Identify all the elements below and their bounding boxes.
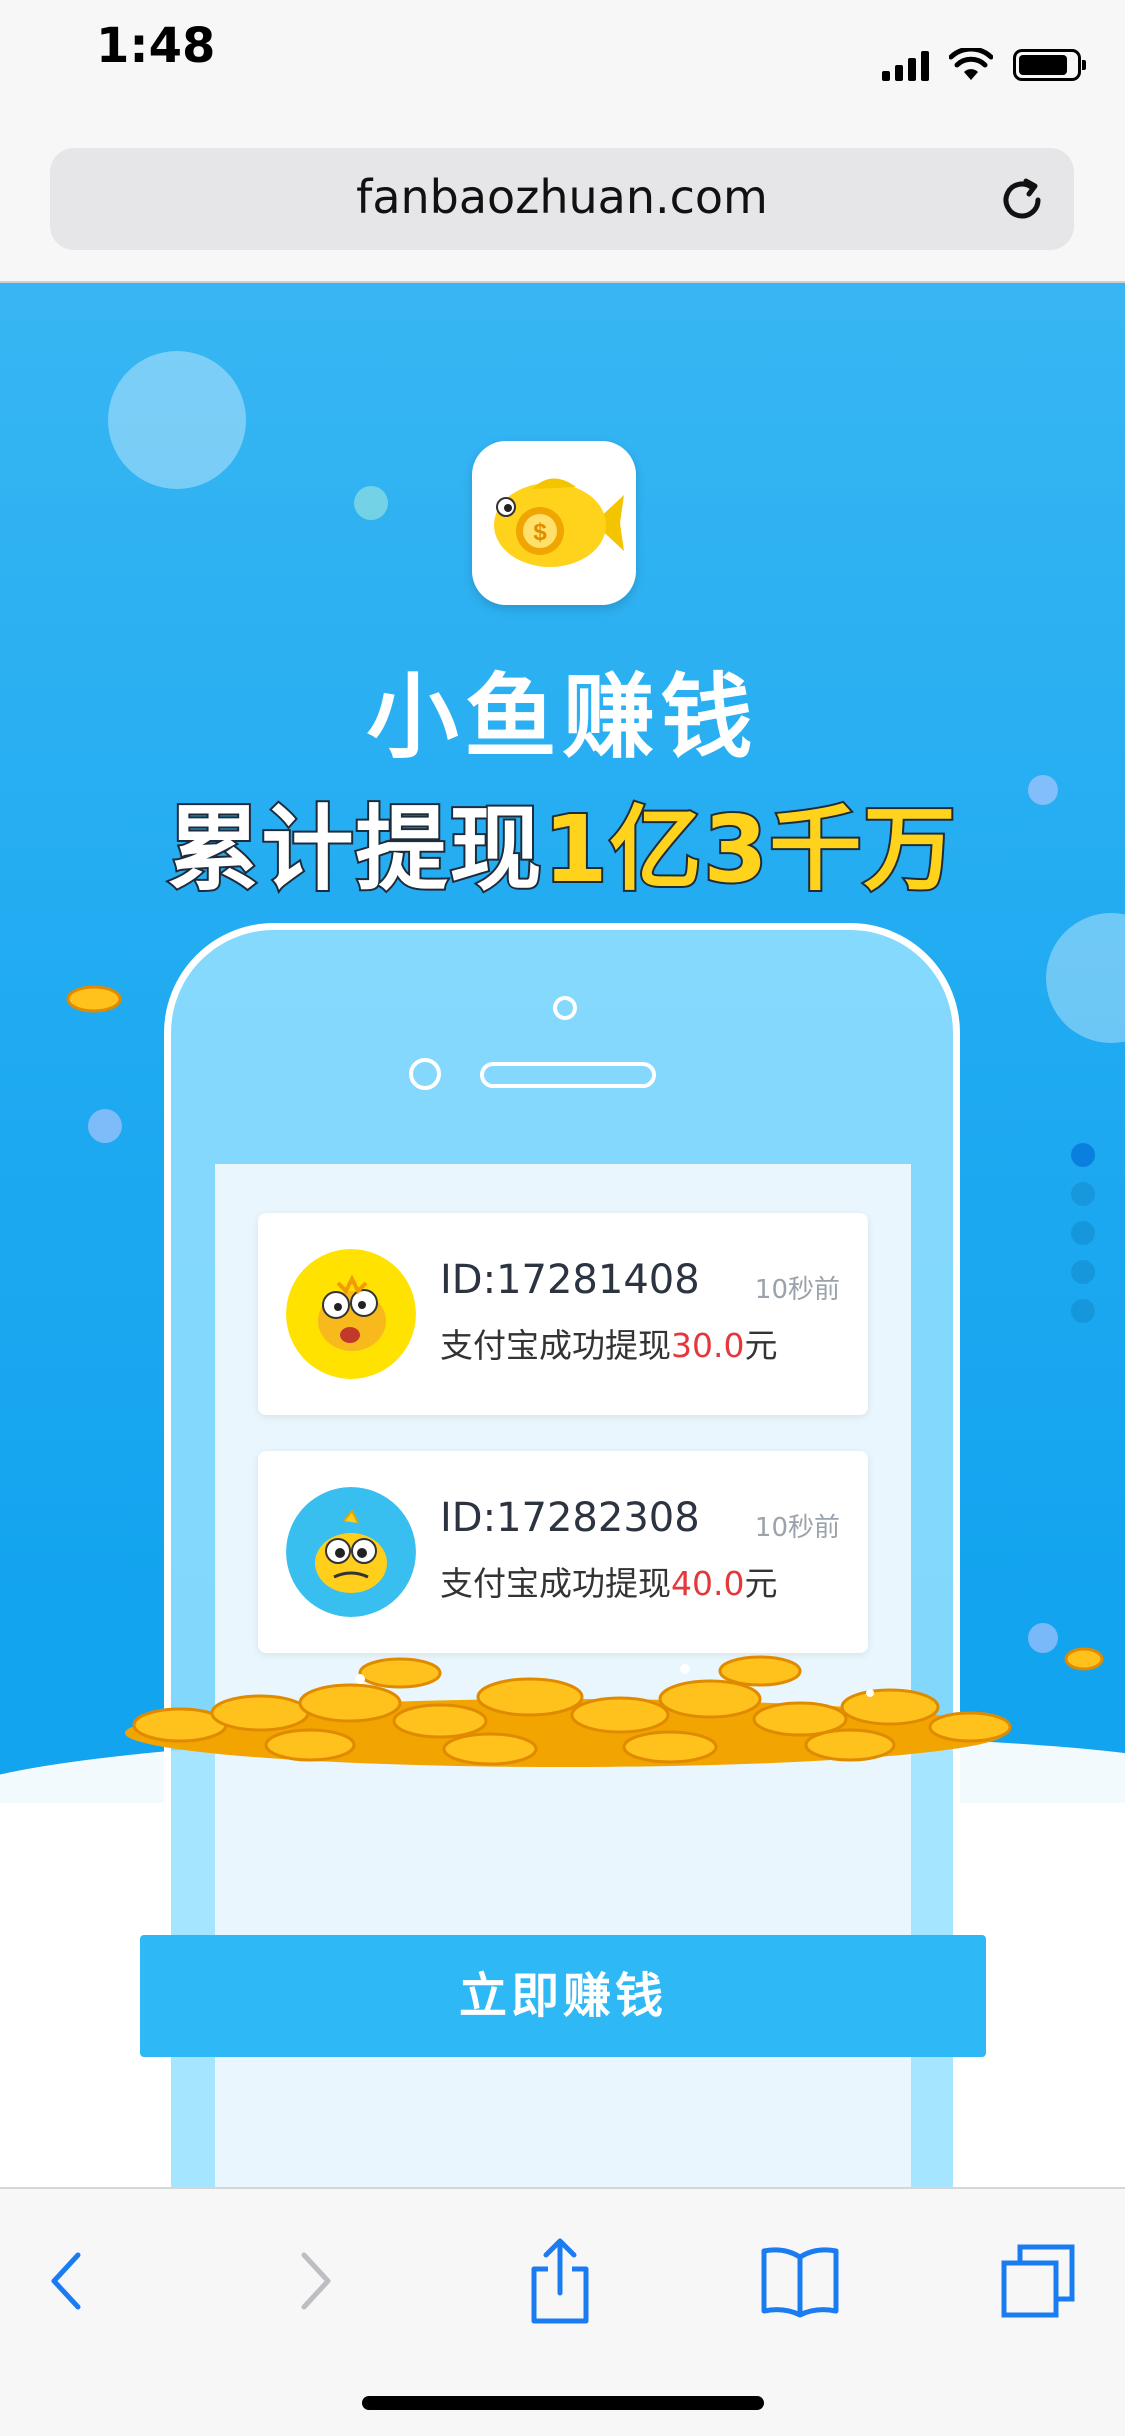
avatar — [286, 1487, 416, 1617]
withdrawal-text: 支付宝成功提现 — [440, 1326, 671, 1365]
currency-unit: 元 — [744, 1326, 778, 1365]
decor-bubble — [1046, 913, 1125, 1043]
timestamp: 10秒前 — [754, 1513, 840, 1543]
address-bar[interactable]: fanbaozhuan.com — [50, 148, 1074, 250]
withdrawal-card: ID:17281408 10秒前 支付宝成功提现30.0元 — [258, 1213, 868, 1415]
home-indicator[interactable] — [362, 2396, 764, 2410]
pager-dot[interactable] — [1071, 1221, 1095, 1245]
gold-coin-icon — [66, 985, 122, 1013]
earn-now-button[interactable]: 立即赚钱 — [140, 1935, 986, 2057]
gold-coin-icon — [1064, 1647, 1104, 1671]
status-time: 1:48 — [96, 18, 216, 74]
withdrawal-amount: 30.0 — [671, 1326, 745, 1365]
currency-unit: 元 — [744, 1564, 778, 1603]
battery-icon — [1013, 49, 1086, 81]
headline-label: 累计提现 — [165, 794, 544, 905]
pager-dot[interactable] — [1071, 1260, 1095, 1284]
reload-icon[interactable] — [994, 172, 1050, 228]
tabs-button[interactable] — [988, 2231, 1088, 2331]
forward-icon[interactable] — [296, 2249, 336, 2313]
decor-bubble — [354, 486, 388, 520]
bookmarks-button[interactable] — [750, 2231, 850, 2331]
back-icon[interactable] — [46, 2249, 86, 2313]
status-bar: 1:48 — [0, 0, 1125, 140]
share-button[interactable] — [510, 2231, 610, 2331]
user-id: ID:17281408 — [440, 1257, 700, 1303]
fish-icon: $ — [494, 478, 624, 567]
withdrawal-text: 支付宝成功提现 — [440, 1564, 671, 1603]
withdrawal-message: 支付宝成功提现30.0元 — [440, 1319, 777, 1367]
avatar — [286, 1249, 416, 1379]
status-icons — [882, 48, 1086, 82]
app-name: 小鱼赚钱 — [366, 664, 759, 771]
svg-text:$: $ — [533, 519, 547, 546]
timestamp: 10秒前 — [754, 1275, 840, 1305]
battery-level — [1019, 55, 1068, 75]
forward-button[interactable] — [266, 2231, 366, 2331]
cellular-signal-icon — [882, 49, 929, 81]
tabs-icon[interactable] — [998, 2241, 1078, 2321]
decor-bubble — [88, 1109, 122, 1143]
bookmarks-icon[interactable] — [760, 2243, 840, 2319]
withdrawal-message: 支付宝成功提现40.0元 — [440, 1557, 777, 1605]
app-logo: $ — [472, 441, 636, 605]
phone-speaker — [480, 1062, 656, 1088]
url-text[interactable]: fanbaozhuan.com — [50, 170, 1074, 224]
phone-camera — [409, 1058, 441, 1090]
back-button[interactable] — [16, 2231, 116, 2331]
user-id: ID:17282308 — [440, 1495, 700, 1541]
share-icon[interactable] — [528, 2235, 592, 2327]
gold-coins-illustration — [125, 1655, 1012, 1767]
withdrawal-amount: 40.0 — [671, 1564, 745, 1603]
carousel-pager — [1071, 1143, 1095, 1323]
web-content[interactable]: $ 小鱼赚钱 累计提现1亿3千万 ID:17281408 10秒前 支付宝成功提… — [0, 283, 1125, 2187]
decor-bubble — [108, 351, 246, 489]
headline: 累计提现1亿3千万 — [0, 775, 1125, 908]
withdrawal-card: ID:17282308 10秒前 支付宝成功提现40.0元 — [258, 1451, 868, 1653]
decor-bubble — [1028, 1623, 1058, 1653]
wifi-icon — [949, 48, 993, 80]
headline-amount: 1亿3千万 — [541, 794, 958, 905]
pager-dot-active[interactable] — [1071, 1143, 1095, 1167]
pager-dot[interactable] — [1071, 1182, 1095, 1206]
phone-sensor — [553, 996, 577, 1020]
pager-dot[interactable] — [1071, 1299, 1095, 1323]
